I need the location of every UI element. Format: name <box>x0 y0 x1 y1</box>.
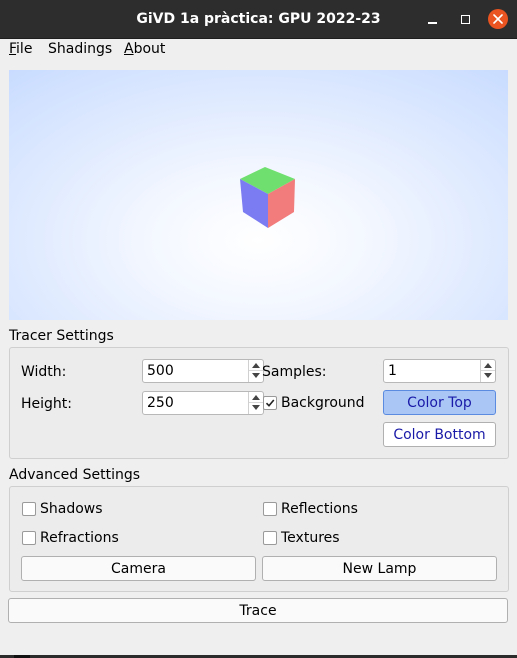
color-bottom-button[interactable]: Color Bottom <box>383 422 496 447</box>
camera-button[interactable]: Camera <box>21 556 256 581</box>
maximize-button[interactable] <box>455 9 475 29</box>
checkmark-icon <box>265 399 275 407</box>
title-bar: GiVD 1a pràctica: GPU 2022-23 <box>0 0 517 39</box>
menu-shadings[interactable]: Shadings <box>48 41 112 57</box>
textures-label: Textures <box>281 530 340 546</box>
reflections-checkbox[interactable] <box>263 502 277 516</box>
trace-button[interactable]: Trace <box>8 598 508 623</box>
spin-up-icon[interactable] <box>252 395 260 400</box>
height-spinbox[interactable]: 250 <box>142 391 264 415</box>
tracer-settings-heading: Tracer Settings <box>9 328 114 344</box>
background-label: Background <box>281 395 365 411</box>
refractions-label: Refractions <box>40 530 119 546</box>
menu-file[interactable]: File <box>9 41 32 57</box>
spin-up-icon[interactable] <box>484 363 492 368</box>
width-label: Width: <box>21 364 67 380</box>
width-spinbox[interactable]: 500 <box>142 359 264 383</box>
advanced-settings-heading: Advanced Settings <box>9 467 141 483</box>
render-viewport[interactable] <box>9 70 508 320</box>
shadows-label: Shadows <box>40 501 103 517</box>
spin-down-icon[interactable] <box>252 373 260 378</box>
background-checkbox[interactable] <box>263 396 277 410</box>
tracer-settings-group: Width: 500 Height: 250 Samples: 1 Backgr… <box>9 347 509 459</box>
minimize-button[interactable] <box>422 9 442 29</box>
textures-checkbox[interactable] <box>263 531 277 545</box>
shadows-checkbox[interactable] <box>22 502 36 516</box>
menu-bar: File Shadings About <box>0 39 517 61</box>
refractions-checkbox[interactable] <box>22 531 36 545</box>
spin-down-icon[interactable] <box>484 373 492 378</box>
samples-spinbox[interactable]: 1 <box>383 359 496 383</box>
reflections-label: Reflections <box>281 501 358 517</box>
new-lamp-button[interactable]: New Lamp <box>262 556 497 581</box>
close-button[interactable] <box>488 9 508 29</box>
app-window: GiVD 1a pràctica: GPU 2022-23 File Shadi… <box>0 0 517 655</box>
spin-down-icon[interactable] <box>252 405 260 410</box>
rendered-cube <box>240 167 295 228</box>
spin-up-icon[interactable] <box>252 363 260 368</box>
advanced-settings-group: Shadows Reflections Refractions Textures… <box>9 486 509 592</box>
samples-label: Samples: <box>262 364 327 380</box>
color-top-button[interactable]: Color Top <box>383 390 496 415</box>
height-label: Height: <box>21 396 72 412</box>
close-icon <box>493 14 503 24</box>
menu-about[interactable]: About <box>124 41 165 57</box>
